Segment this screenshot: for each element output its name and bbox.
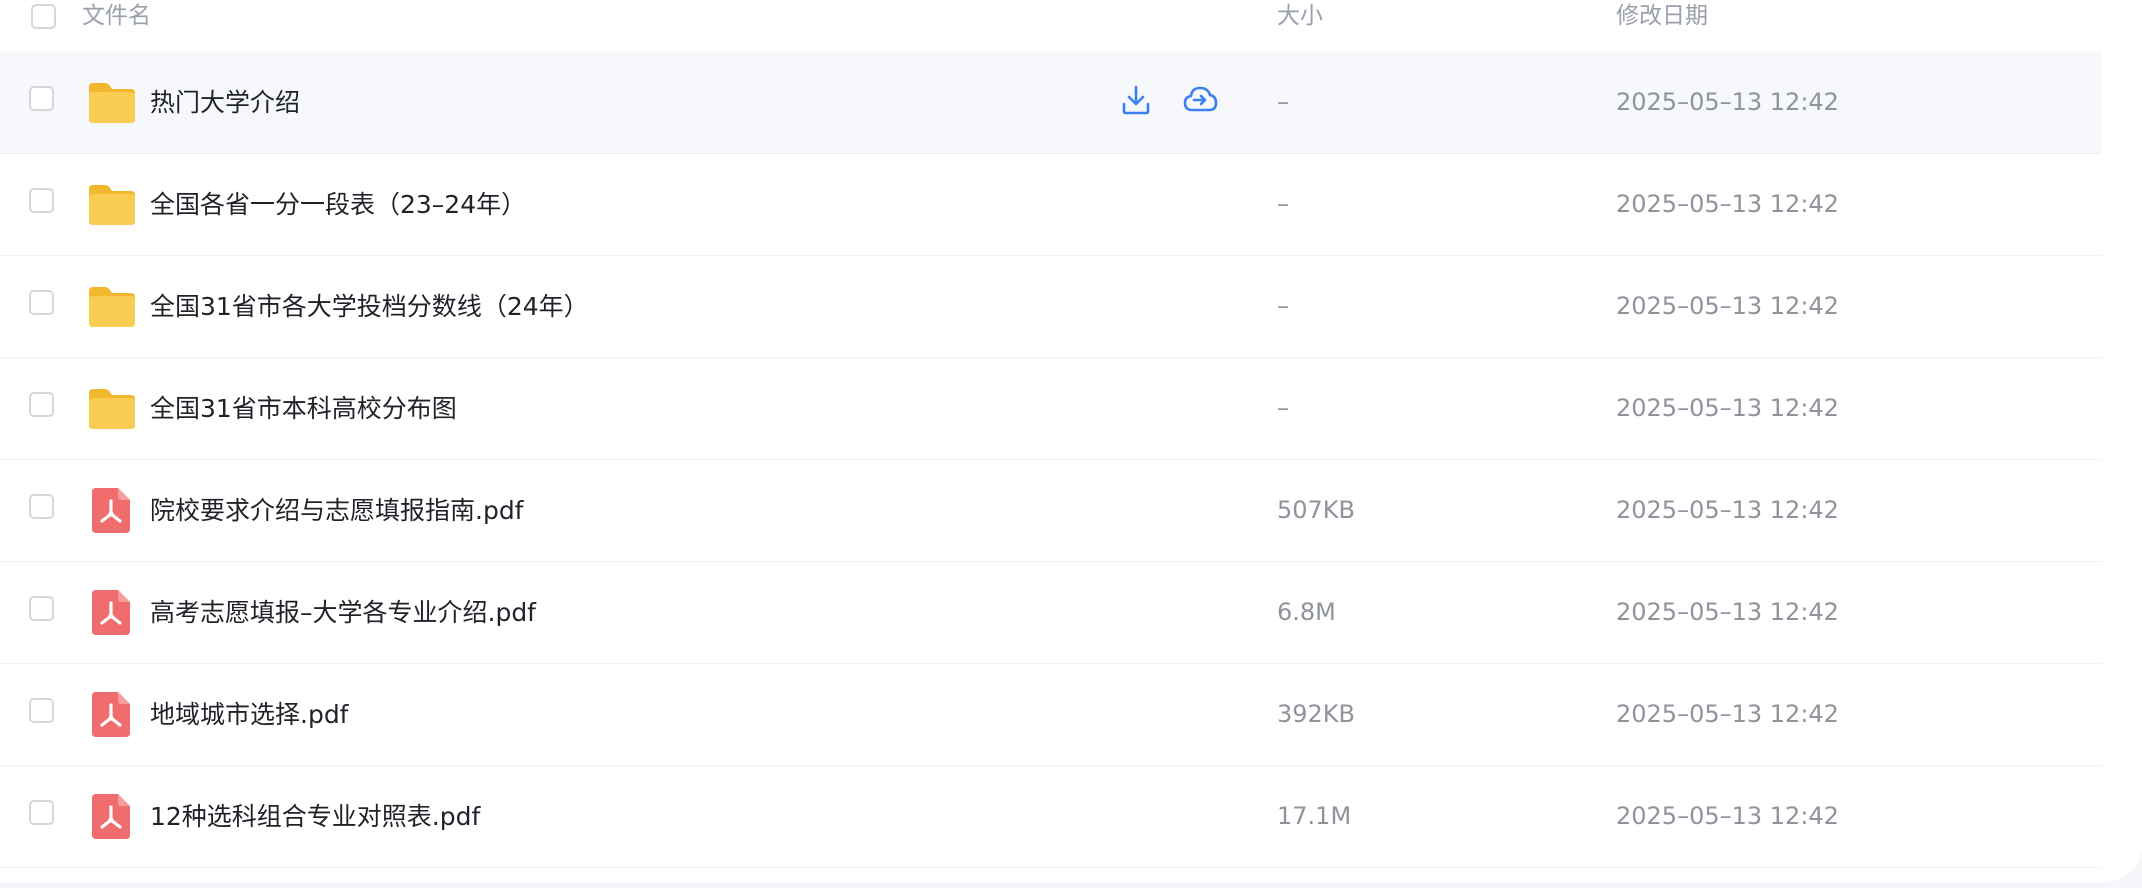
pdf-file-icon [86, 487, 138, 533]
row-checkbox[interactable] [29, 86, 54, 111]
file-size: 6.8M [1277, 598, 1336, 626]
select-all-checkbox[interactable] [31, 4, 56, 29]
file-size: 392KB [1277, 700, 1356, 728]
file-row[interactable]: 院校要求介绍与志愿填报指南.pdf 507KB 2025–05–13 12:42 [0, 460, 2102, 562]
file-row[interactable]: 高考志愿填报–大学各专业介绍.pdf 6.8M 2025–05–13 12:42 [0, 562, 2102, 664]
file-row[interactable]: 全国31省市各大学投档分数线（24年） – 2025–05–13 12:42 [0, 256, 2102, 358]
file-modified-date: 2025–05–13 12:42 [1616, 394, 1839, 422]
file-list-header: 文件名 大小 修改日期 [0, 0, 2102, 34]
file-modified-date: 2025–05–13 12:42 [1616, 292, 1839, 320]
file-name[interactable]: 全国31省市本科高校分布图 [150, 358, 457, 459]
file-modified-date: 2025–05–13 12:42 [1616, 802, 1839, 830]
row-checkbox[interactable] [29, 698, 54, 723]
cloud-save-icon[interactable] [1182, 82, 1218, 118]
row-checkbox[interactable] [29, 290, 54, 315]
column-header-size[interactable]: 大小 [1277, 0, 1323, 32]
file-row[interactable]: 全国各省一分一段表（23–24年） – 2025–05–13 12:42 [0, 154, 2102, 256]
file-size: 507KB [1277, 496, 1356, 524]
pdf-file-icon [86, 793, 138, 839]
file-modified-date: 2025–05–13 12:42 [1616, 700, 1839, 728]
column-header-modified[interactable]: 修改日期 [1616, 0, 1708, 32]
folder-icon [86, 283, 138, 329]
file-modified-date: 2025–05–13 12:42 [1616, 496, 1839, 524]
file-size: – [1277, 88, 1289, 116]
file-row[interactable]: 12种选科组合专业对照表.pdf 17.1M 2025–05–13 12:42 [0, 766, 2102, 868]
row-checkbox[interactable] [29, 494, 54, 519]
file-size: – [1277, 394, 1289, 422]
file-name[interactable]: 全国31省市各大学投档分数线（24年） [150, 256, 589, 357]
file-list-panel: 文件名 大小 修改日期 热门大学介绍 – 2025–05–13 12:42 全国各… [0, 0, 2142, 882]
row-checkbox[interactable] [29, 800, 54, 825]
file-size: – [1277, 190, 1289, 218]
folder-icon [86, 79, 138, 125]
file-modified-date: 2025–05–13 12:42 [1616, 190, 1839, 218]
file-row[interactable]: 全国31省市本科高校分布图 – 2025–05–13 12:42 [0, 358, 2102, 460]
folder-icon [86, 385, 138, 431]
file-size: 17.1M [1277, 802, 1352, 830]
file-row[interactable]: 地域城市选择.pdf 392KB 2025–05–13 12:42 [0, 664, 2102, 766]
file-rows: 热门大学介绍 – 2025–05–13 12:42 全国各省一分一段表（23–24… [0, 52, 2102, 868]
file-name[interactable]: 地域城市选择.pdf [150, 664, 349, 765]
file-name[interactable]: 热门大学介绍 [150, 52, 300, 153]
folder-icon [86, 181, 138, 227]
file-row[interactable]: 热门大学介绍 – 2025–05–13 12:42 [0, 52, 2102, 154]
file-name[interactable]: 全国各省一分一段表（23–24年） [150, 154, 526, 255]
file-name[interactable]: 高考志愿填报–大学各专业介绍.pdf [150, 562, 536, 663]
row-checkbox[interactable] [29, 188, 54, 213]
row-checkbox[interactable] [29, 392, 54, 417]
column-header-name[interactable]: 文件名 [82, 0, 151, 32]
file-modified-date: 2025–05–13 12:42 [1616, 88, 1839, 116]
file-name[interactable]: 院校要求介绍与志愿填报指南.pdf [150, 460, 524, 561]
file-modified-date: 2025–05–13 12:42 [1616, 598, 1839, 626]
pdf-file-icon [86, 589, 138, 635]
download-icon[interactable] [1118, 82, 1154, 118]
file-size: – [1277, 292, 1289, 320]
file-name[interactable]: 12种选科组合专业对照表.pdf [150, 766, 480, 867]
pdf-file-icon [86, 691, 138, 737]
row-checkbox[interactable] [29, 596, 54, 621]
